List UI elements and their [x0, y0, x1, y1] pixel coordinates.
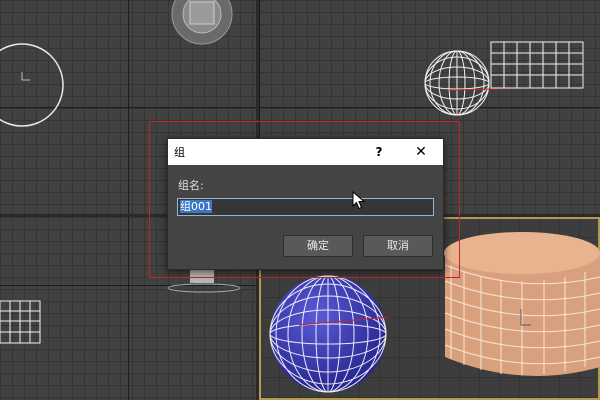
sphere-wireframe — [424, 50, 490, 116]
close-icon[interactable]: ✕ — [408, 142, 434, 162]
group-name-value: 组001 — [180, 200, 212, 213]
mouse-cursor-icon — [352, 191, 366, 210]
cylinder-top-square — [189, 1, 215, 25]
dialog-title: 组 — [174, 146, 185, 159]
cylinder-wireframe — [490, 41, 584, 89]
cancel-button[interactable]: 取消 — [363, 235, 433, 257]
orange-cylinder — [444, 232, 600, 376]
group-dialog: 组 ? ✕ 组名: 组001 确定 取消 — [167, 138, 444, 270]
cylinder-side-shadow — [167, 283, 241, 293]
help-icon[interactable]: ? — [368, 142, 390, 162]
circle-wireframe — [0, 43, 64, 127]
group-name-input[interactable]: 组001 — [177, 198, 434, 216]
dialog-titlebar[interactable]: 组 ? ✕ — [168, 139, 443, 165]
group-name-label: 组名: — [178, 179, 204, 192]
ok-button[interactable]: 确定 — [283, 235, 353, 257]
box-wireframe — [0, 300, 41, 344]
